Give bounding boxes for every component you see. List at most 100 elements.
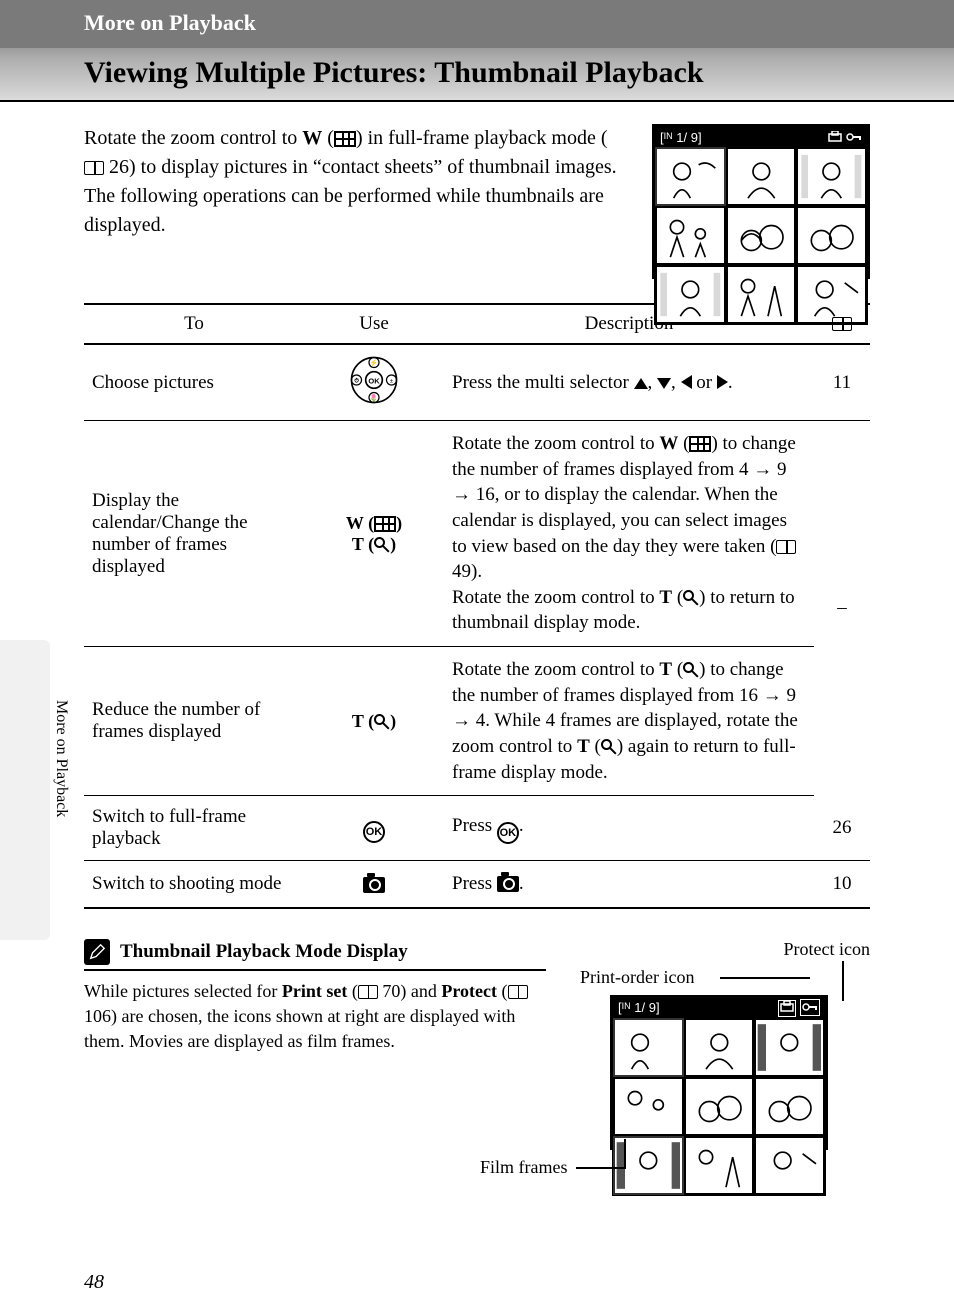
table-row: Choose pictures OK⚡🌷⏱± Press the multi s… <box>84 344 870 421</box>
page-title: Viewing Multiple Pictures: Thumbnail Pla… <box>84 56 954 90</box>
film-label: Film frames <box>480 1157 568 1178</box>
camera-icon <box>497 876 519 892</box>
lcd-preview: [IN 1/ 9] <box>652 124 870 279</box>
intro-part3: ) to display pictures in “contact sheets… <box>84 156 617 236</box>
lcd-cell <box>656 148 725 205</box>
up-arrow-icon <box>634 378 648 389</box>
page-number: 48 <box>84 1271 104 1294</box>
svg-text:⏱: ⏱ <box>354 378 359 385</box>
note-title: Thumbnail Playback Mode Display <box>120 941 408 963</box>
cell-desc: Press . <box>444 861 814 908</box>
book-icon <box>84 161 104 175</box>
cell-to: Reduce the number of frames displayed <box>84 647 304 796</box>
magnifier-icon <box>683 662 699 678</box>
lcd-cell <box>727 266 796 323</box>
section-label: More on Playback <box>84 10 930 36</box>
lcd-cell <box>797 148 866 205</box>
lcd-bar: [IN 1/ 9] <box>654 126 868 148</box>
lcd-cell <box>755 1137 824 1194</box>
th-use: Use <box>304 304 444 344</box>
protect-label: Protect icon <box>784 939 870 960</box>
camera-icon <box>363 877 385 893</box>
cell-use: OK⚡🌷⏱± <box>304 344 444 421</box>
right-arrow-icon <box>717 375 728 389</box>
protect-icon <box>846 130 862 145</box>
note-pencil-icon <box>84 939 110 965</box>
ok-icon: OK <box>497 822 519 844</box>
operations-table: To Use Description Choose pictures OK⚡🌷⏱… <box>84 303 870 909</box>
lcd-counter: [IN 1/ 9] <box>660 130 702 145</box>
cell-ref: 10 <box>814 861 870 908</box>
leader-line <box>842 961 844 1001</box>
cell-use: OK <box>304 796 444 861</box>
print-order-icon <box>828 131 842 146</box>
thumbnail-icon <box>374 516 396 532</box>
cell-ref: – <box>814 421 870 796</box>
lcd-cell <box>685 1078 754 1135</box>
lcd-cell <box>614 1078 683 1135</box>
magnifier-icon <box>374 714 390 730</box>
lcd-cell <box>797 266 866 323</box>
cell-to: Switch to full-frame playback <box>84 796 304 861</box>
down-arrow-icon <box>657 378 671 389</box>
leader-line <box>576 1167 624 1169</box>
book-icon <box>508 985 528 999</box>
lcd-cell <box>614 1019 683 1076</box>
magnifier-icon <box>374 537 390 553</box>
cell-to: Choose pictures <box>84 344 304 421</box>
lcd-cell <box>755 1078 824 1135</box>
intro-part1: Rotate the zoom control to <box>84 127 302 149</box>
cell-desc: Press OK. <box>444 796 814 861</box>
title-bar: Viewing Multiple Pictures: Thumbnail Pla… <box>0 48 954 102</box>
lcd-counter: [IN 1/ 9] <box>618 1000 660 1015</box>
lcd-preview-annotated: [IN 1/ 9] <box>610 995 828 1150</box>
lcd-cell <box>685 1137 754 1194</box>
cell-to: Switch to shooting mode <box>84 861 304 908</box>
ok-icon: OK <box>363 821 385 843</box>
svg-text:⚡: ⚡ <box>370 358 378 367</box>
table-row: Switch to full-frame playback OK Press O… <box>84 796 870 861</box>
page: More on Playback Viewing Multiple Pictur… <box>0 0 954 1314</box>
table-row: Display the calendar/Change the number o… <box>84 421 870 647</box>
lcd-cell <box>727 148 796 205</box>
cell-to: Display the calendar/Change the number o… <box>84 421 304 647</box>
cell-ref: 11 <box>814 344 870 421</box>
lcd-cell <box>727 207 796 264</box>
lcd-icons <box>778 998 820 1017</box>
cell-desc: Rotate the zoom control to W () to chang… <box>444 421 814 647</box>
lcd-cell <box>797 207 866 264</box>
print-order-icon <box>778 1000 796 1017</box>
book-icon <box>358 985 378 999</box>
lcd-bar: [IN 1/ 9] <box>612 997 826 1019</box>
intro-text: Rotate the zoom control to W () in full-… <box>84 124 624 240</box>
th-to: To <box>84 304 304 344</box>
lcd-grid <box>612 1019 826 1196</box>
thumbnail-icon <box>334 131 356 147</box>
magnifier-icon <box>683 590 699 606</box>
lcd-grid <box>654 148 868 325</box>
svg-text:OK: OK <box>368 376 380 385</box>
w-label: W <box>302 127 322 149</box>
cell-ref: 26 <box>814 796 870 861</box>
left-arrow-icon <box>681 375 692 389</box>
lcd-cell <box>656 207 725 264</box>
protect-icon <box>800 999 820 1016</box>
svg-text:±: ± <box>390 379 393 385</box>
magnifier-icon <box>601 739 617 755</box>
lcd-cell-film <box>755 1019 824 1076</box>
cell-desc: Press the multi selector , , or . <box>444 344 814 421</box>
annotated-figure: Protect icon Print-order icon [IN 1/ 9] <box>570 939 870 1179</box>
table-row: Reduce the number of frames displayed T … <box>84 647 870 796</box>
note-heading: Thumbnail Playback Mode Display <box>84 939 546 971</box>
intro-part2: in full-frame playback mode ( <box>363 127 608 149</box>
cell-use <box>304 861 444 908</box>
lcd-cell <box>656 266 725 323</box>
intro-ref1: 26 <box>109 156 129 178</box>
note-body: While pictures selected for Print set ( … <box>84 979 546 1055</box>
lcd-cell <box>685 1019 754 1076</box>
multi-selector-icon: OK⚡🌷⏱± <box>349 389 399 409</box>
cell-desc: Rotate the zoom control to T () to chang… <box>444 647 814 796</box>
cell-use: W () T () <box>304 421 444 647</box>
cell-use: T () <box>304 647 444 796</box>
intro: Rotate the zoom control to W () in full-… <box>84 124 870 279</box>
